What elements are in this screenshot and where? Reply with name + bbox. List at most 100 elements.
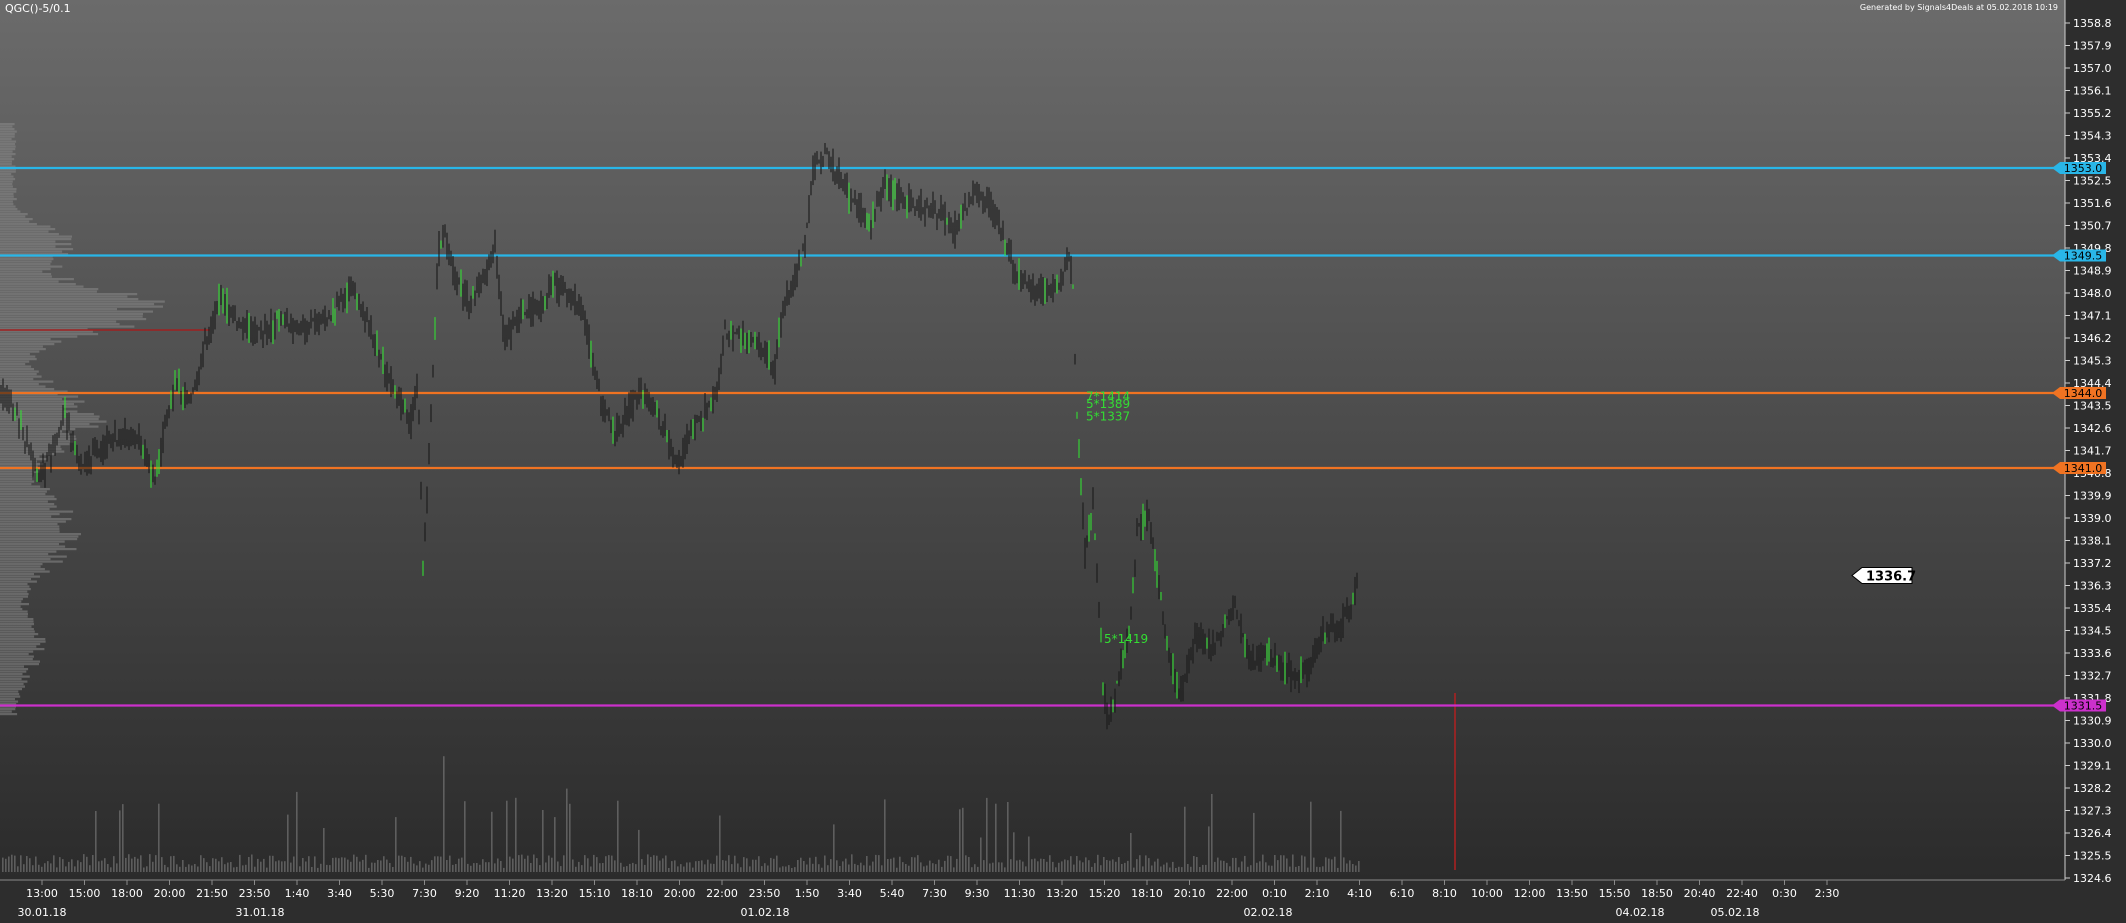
volume-bar <box>287 814 289 872</box>
x-tick-label: 4:10 <box>1347 887 1372 900</box>
volume-bar <box>206 862 208 872</box>
profile-bar <box>0 125 13 128</box>
volume-bar <box>1214 861 1216 872</box>
volume-bar <box>1256 862 1258 872</box>
volume-bar <box>575 866 577 872</box>
trade-annotation: 5*1419 <box>1104 632 1148 646</box>
profile-bar <box>0 630 35 633</box>
y-tick-label: 1326.4 <box>2073 827 2112 840</box>
volume-bar <box>860 862 862 872</box>
volume-bar <box>437 856 439 872</box>
x-tick-label: 23:50 <box>239 887 271 900</box>
volume-bar <box>812 863 814 872</box>
profile-bar <box>0 605 21 608</box>
volume-bar <box>1304 856 1306 872</box>
y-tick-label: 1357.9 <box>2073 40 2112 53</box>
profile-bar <box>0 195 14 198</box>
volume-bar <box>1334 856 1336 872</box>
volume-bar <box>329 865 331 872</box>
volume-bar <box>1166 862 1168 872</box>
volume-bar <box>551 857 553 872</box>
volume-bar <box>896 867 898 872</box>
profile-bar <box>0 505 57 508</box>
profile-bar <box>0 700 19 703</box>
y-tick-label: 1351.6 <box>2073 197 2112 210</box>
profile-bar <box>0 438 77 441</box>
volume-bar <box>623 866 625 872</box>
volume-bar <box>1301 855 1303 872</box>
profile-bar <box>0 388 55 391</box>
x-tick-label: 3:40 <box>837 887 862 900</box>
volume-bar <box>1016 860 1018 872</box>
volume-bar <box>425 863 427 872</box>
y-tick-label: 1358.8 <box>2073 17 2112 30</box>
volume-bar <box>23 864 25 872</box>
profile-bar <box>0 345 43 348</box>
volume-bar <box>1337 867 1339 872</box>
profile-bar <box>0 223 37 226</box>
volume-bar <box>1208 826 1210 872</box>
x-tick-label: 5:30 <box>370 887 395 900</box>
profile-bar <box>0 313 143 316</box>
volume-bar <box>1289 866 1291 872</box>
volume-bar <box>1046 861 1048 872</box>
profile-bar <box>0 693 20 696</box>
volume-bar <box>512 858 514 872</box>
volume-bar <box>35 856 37 872</box>
profile-bar <box>0 598 23 601</box>
generated-label: Generated by Signals4Deals at 05.02.2018… <box>1860 3 2058 12</box>
profile-bar <box>0 470 40 473</box>
volume-bar <box>182 860 184 872</box>
x-tick-label: 2:10 <box>1305 887 1330 900</box>
volume-bar <box>1034 858 1036 872</box>
volume-bar <box>1298 866 1300 872</box>
volume-bar <box>1115 861 1117 872</box>
volume-bar <box>1070 856 1072 872</box>
volume-bar <box>632 862 634 872</box>
volume-bar <box>839 866 841 872</box>
profile-bar <box>0 295 128 298</box>
volume-bar <box>86 856 88 872</box>
volume-bar <box>1163 864 1165 872</box>
volume-bar <box>1052 861 1054 872</box>
y-tick-label: 1337.2 <box>2073 557 2112 570</box>
profile-bar <box>0 235 72 238</box>
profile-bar <box>0 133 15 136</box>
profile-bar <box>0 220 30 223</box>
profile-bar <box>0 583 28 586</box>
profile-bar <box>0 243 72 246</box>
volume-bar <box>923 866 925 872</box>
volume-bar <box>278 860 280 872</box>
profile-bar <box>0 628 34 631</box>
profile-bar <box>0 443 70 446</box>
profile-bar <box>0 373 37 376</box>
volume-bar <box>53 855 55 872</box>
profile-bar <box>0 283 76 286</box>
profile-bar <box>0 608 23 611</box>
volume-bar <box>881 865 883 872</box>
volume-bar <box>443 756 445 872</box>
volume-bar <box>935 864 937 872</box>
volume-bar <box>1259 861 1261 872</box>
volume-bar <box>224 864 226 872</box>
volume-bar <box>98 861 100 872</box>
volume-bar <box>1121 864 1123 872</box>
volume-bar <box>464 801 466 872</box>
profile-bar <box>0 573 34 576</box>
volume-bar <box>1190 866 1192 872</box>
profile-bar <box>0 640 46 643</box>
volume-bar <box>572 859 574 872</box>
profile-bar <box>0 508 50 511</box>
profile-bar <box>0 590 28 593</box>
x-tick-label: 8:10 <box>1432 887 1457 900</box>
volume-bar <box>635 864 637 872</box>
volume-bar <box>368 867 370 872</box>
profile-bar <box>0 198 17 201</box>
profile-bar <box>0 520 66 523</box>
volume-bar <box>527 855 529 872</box>
volume-bar <box>617 800 619 872</box>
volume-bar <box>842 861 844 872</box>
volume-bar <box>686 862 688 872</box>
profile-bar <box>0 143 15 146</box>
volume-bar <box>863 865 865 872</box>
